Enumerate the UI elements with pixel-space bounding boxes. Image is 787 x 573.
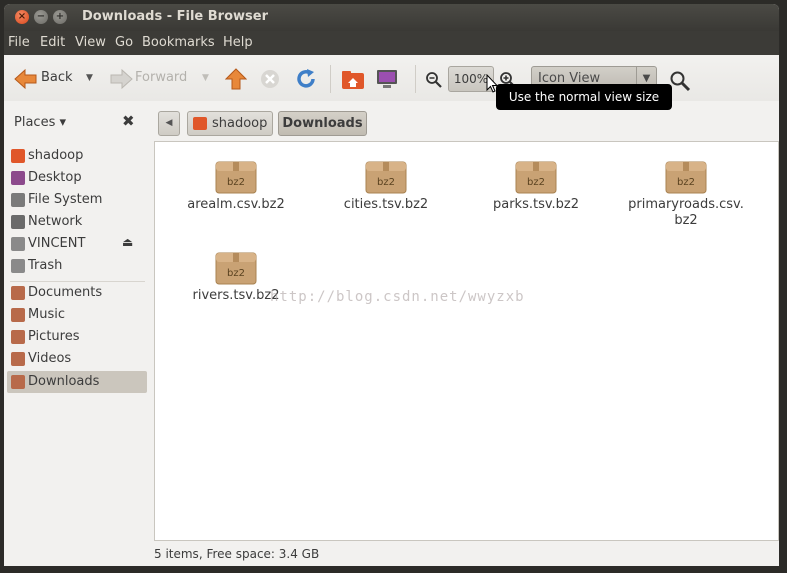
- desktop-background-right: [779, 0, 787, 573]
- forward-history-dropdown[interactable]: ▼: [202, 66, 209, 90]
- sidebar-item-file-system[interactable]: File System: [7, 189, 147, 211]
- sidebar-item-pictures[interactable]: Pictures: [7, 326, 147, 348]
- sidebar-item-label: Trash: [28, 258, 63, 273]
- sidebar-item-label: Pictures: [28, 329, 80, 344]
- file-item[interactable]: bz2 cities.tsv.bz2: [311, 158, 461, 213]
- sidebar-item-network[interactable]: Network: [7, 211, 147, 233]
- file-badge: bz2: [377, 177, 395, 188]
- sidebar-item-label: Desktop: [28, 170, 82, 185]
- tooltip: Use the normal view size: [496, 84, 672, 110]
- sidebar-item-label: Videos: [28, 351, 72, 366]
- network-icon: [11, 215, 25, 229]
- menu-view[interactable]: View: [75, 35, 106, 50]
- menu-file[interactable]: File: [8, 35, 30, 50]
- sidebar-item-label: shadoop: [28, 148, 84, 163]
- sidebar-item-label: Network: [28, 214, 83, 229]
- back-arrow-icon[interactable]: [14, 68, 38, 94]
- watermark-text: http://blog.csdn.net/wwyzxb: [270, 289, 525, 305]
- menu-edit[interactable]: Edit: [40, 35, 65, 50]
- pictures-folder-icon: [11, 330, 25, 344]
- stop-icon[interactable]: [260, 69, 280, 93]
- file-item[interactable]: bz2 primaryroads.csv. bz2: [611, 158, 761, 229]
- videos-folder-icon: [11, 352, 25, 366]
- maximize-window-button[interactable]: +: [53, 10, 67, 24]
- home-folder-icon[interactable]: [341, 68, 365, 94]
- toolbar-separator: [415, 65, 416, 93]
- file-badge: bz2: [227, 268, 245, 279]
- back-history-dropdown[interactable]: ▼: [86, 66, 93, 90]
- drive-icon: [11, 193, 25, 207]
- close-window-button[interactable]: ×: [15, 10, 29, 24]
- sidebar-item-label: VINCENT: [28, 236, 86, 251]
- trash-icon: [11, 259, 25, 273]
- forward-button[interactable]: Forward: [135, 66, 187, 90]
- sidebar-item-shadoop[interactable]: shadoop: [7, 145, 147, 167]
- computer-icon[interactable]: [376, 68, 398, 94]
- window-title: Downloads - File Browser: [82, 9, 268, 24]
- archive-icon: bz2: [665, 158, 707, 194]
- status-bar: 5 items, Free space: 3.4 GB: [4, 542, 779, 566]
- home-icon: [11, 149, 25, 163]
- reload-icon[interactable]: [295, 68, 317, 94]
- titlebar: × − + Downloads - File Browser: [4, 4, 779, 31]
- close-sidebar-icon[interactable]: ✖: [122, 112, 135, 130]
- usb-drive-icon: [11, 237, 25, 251]
- eject-icon[interactable]: ⏏: [122, 235, 133, 249]
- music-folder-icon: [11, 308, 25, 322]
- sidebar-item-downloads[interactable]: Downloads: [7, 371, 147, 393]
- minimize-window-button[interactable]: −: [34, 10, 48, 24]
- path-scroll-left-button[interactable]: ◀: [158, 111, 180, 136]
- sidebar-item-label: File System: [28, 192, 103, 207]
- path-bar: ◀ shadoop Downloads: [154, 101, 779, 141]
- sidebar-item-videos[interactable]: Videos: [7, 348, 147, 370]
- file-name: parks.tsv.bz2: [492, 197, 580, 212]
- menu-help[interactable]: Help: [223, 35, 253, 50]
- downloads-folder-icon: [11, 375, 25, 389]
- archive-icon: bz2: [215, 249, 257, 285]
- file-name: cities.tsv.bz2: [343, 197, 429, 212]
- menu-go[interactable]: Go: [115, 35, 133, 50]
- status-text: 5 items, Free space: 3.4 GB: [154, 547, 320, 561]
- sidebar-item-label: Music: [28, 307, 65, 322]
- sidebar-item-label: Documents: [28, 285, 103, 300]
- file-name: arealm.csv.bz2: [187, 197, 285, 212]
- menu-bookmarks[interactable]: Bookmarks: [142, 35, 215, 50]
- archive-icon: bz2: [365, 158, 407, 194]
- sidebar-item-documents[interactable]: Documents: [7, 282, 147, 304]
- file-name: primaryroads.csv. bz2: [628, 197, 744, 228]
- file-item[interactable]: bz2 parks.tsv.bz2: [461, 158, 611, 213]
- desktop-icon: [11, 171, 25, 185]
- places-header[interactable]: Places ▾: [14, 115, 66, 130]
- breadcrumb-home-label: shadoop: [212, 116, 268, 131]
- breadcrumb-home[interactable]: shadoop: [187, 111, 273, 136]
- sidebar-item-label: Downloads: [28, 374, 100, 389]
- sidebar-item-trash[interactable]: Trash: [7, 255, 147, 277]
- file-badge: bz2: [677, 177, 695, 188]
- home-icon: [193, 117, 207, 130]
- file-view[interactable]: bz2 arealm.csv.bz2 bz2 cities.tsv.bz2 bz…: [154, 141, 779, 541]
- file-badge: bz2: [227, 177, 245, 188]
- mouse-cursor-icon: [486, 73, 499, 98]
- menubar: File Edit View Go Bookmarks Help: [4, 31, 779, 55]
- breadcrumb-downloads[interactable]: Downloads: [278, 111, 367, 136]
- chevron-down-icon: ▾: [59, 115, 67, 130]
- sidebar-item-music[interactable]: Music: [7, 304, 147, 326]
- up-arrow-icon[interactable]: [224, 68, 248, 94]
- search-icon[interactable]: [669, 70, 691, 96]
- forward-arrow-icon: [109, 68, 133, 94]
- file-item[interactable]: bz2 arealm.csv.bz2: [161, 158, 311, 213]
- places-header-label: Places: [14, 115, 56, 130]
- zoom-out-icon[interactable]: [425, 71, 443, 93]
- sidebar-item-desktop[interactable]: Desktop: [7, 167, 147, 189]
- back-button[interactable]: Back: [41, 66, 73, 90]
- file-badge: bz2: [527, 177, 545, 188]
- toolbar-separator: [330, 65, 331, 93]
- archive-icon: bz2: [515, 158, 557, 194]
- archive-icon: bz2: [215, 158, 257, 194]
- documents-folder-icon: [11, 286, 25, 300]
- places-sidebar: Places ▾ ✖ shadoop Desktop File System N…: [4, 101, 149, 544]
